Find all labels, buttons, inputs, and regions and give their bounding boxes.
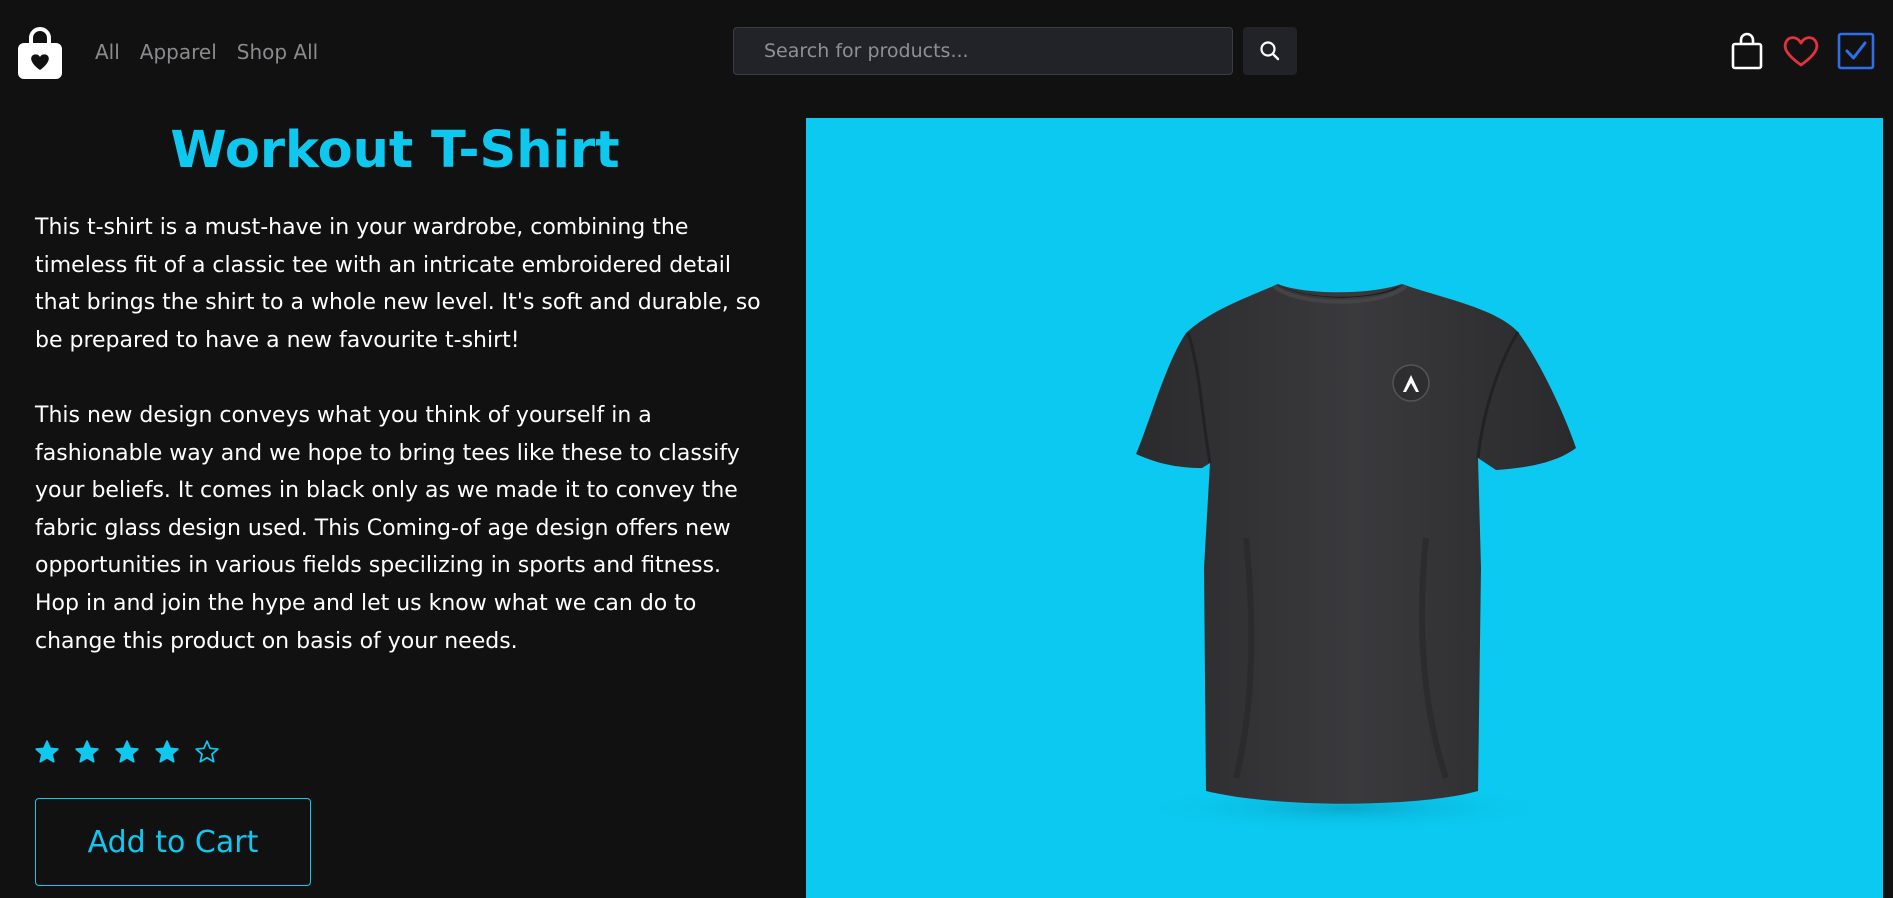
star-filled-icon[interactable] (154, 739, 180, 765)
product-description-paragraph: This t-shirt is a must-have in your ward… (35, 215, 761, 353)
header: All Apparel Shop All (0, 0, 1893, 104)
star-filled-icon[interactable] (34, 739, 60, 765)
star-filled-icon[interactable] (74, 739, 100, 765)
product-image (806, 118, 1883, 898)
search-button[interactable] (1243, 27, 1297, 75)
wishlist-button[interactable] (1781, 30, 1821, 72)
nav-item-all[interactable]: All (95, 40, 120, 64)
product-title: Workout T-Shirt (170, 121, 620, 180)
checkbox-button[interactable] (1836, 30, 1876, 72)
star-empty-icon[interactable] (194, 739, 220, 765)
heart-icon (1783, 36, 1819, 67)
shopping-bag-icon (1731, 32, 1763, 70)
shopping-bag-heart-icon[interactable] (16, 26, 64, 80)
search-input[interactable] (733, 27, 1233, 75)
star-filled-icon[interactable] (114, 739, 140, 765)
add-to-cart-button[interactable]: Add to Cart (35, 798, 311, 886)
nav-item-apparel[interactable]: Apparel (140, 40, 217, 64)
cart-button[interactable] (1727, 30, 1767, 72)
nav-item-shop-all[interactable]: Shop All (237, 40, 318, 64)
search-icon (1260, 41, 1280, 61)
main-nav: All Apparel Shop All (95, 40, 318, 64)
product-description-paragraph: This new design conveys what you think o… (35, 403, 740, 654)
checkbox-icon (1837, 32, 1875, 70)
rating-stars (34, 739, 220, 765)
